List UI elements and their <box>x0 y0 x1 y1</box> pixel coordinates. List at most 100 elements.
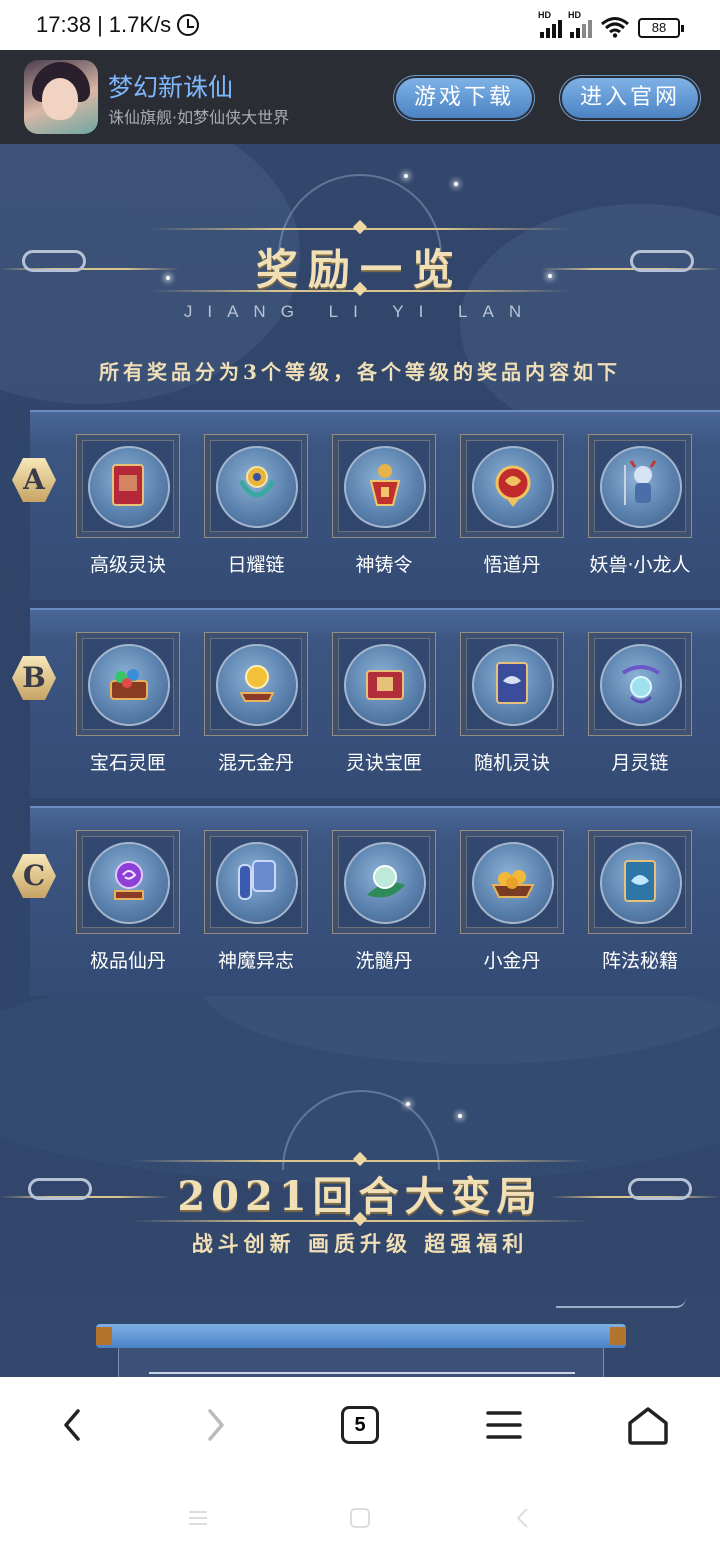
reward-item[interactable]: 神魔异志 <box>204 830 308 973</box>
section2-title: 2021回合大变局 <box>177 1173 543 1220</box>
star-decoration <box>406 1102 410 1106</box>
reward-label: 混元金丹 <box>217 752 294 774</box>
network-speed: 1.7K/s <box>108 12 172 37</box>
reward-item[interactable]: 阵法秘籍 <box>588 830 692 973</box>
forward-icon <box>208 1409 224 1441</box>
game-header: 梦幻新诛仙 诛仙旗舰·如梦仙侠大世界 游戏下载 进入官网 <box>0 50 720 144</box>
scroll-end <box>610 1327 626 1345</box>
red-book-icon <box>112 464 144 506</box>
alarm-icon <box>177 14 200 36</box>
status-right: HD HD 88 <box>538 10 684 38</box>
sun-chain-icon <box>238 466 276 498</box>
chevron-left-icon <box>516 1508 528 1528</box>
reward-item[interactable]: 妖兽·小龙人 <box>588 434 692 577</box>
scroll-end <box>96 1327 112 1345</box>
rewards-page: 奖励一览 JIANG LI YI LAN 所有奖品分为3个等级，各个等级的奖品内… <box>0 144 720 1377</box>
home-icon <box>628 1407 668 1445</box>
reward-item[interactable]: 小金丹 <box>460 830 564 973</box>
menu-button[interactable] <box>480 1401 528 1449</box>
battery-icon: 88 <box>638 18 684 38</box>
status-bar: 17:38 | 1.7K/s HD HD 88 <box>0 0 720 50</box>
golden-orb-icon <box>239 665 275 702</box>
red-box-icon <box>366 670 404 700</box>
wifi-icon <box>600 16 630 38</box>
separator: | <box>97 12 103 37</box>
star-decoration <box>454 182 458 186</box>
app-name[interactable]: 梦幻新诛仙 <box>108 68 233 104</box>
back-button[interactable] <box>48 1401 96 1449</box>
gem-chest-icon <box>110 669 148 700</box>
tier-a: A 高级灵诀 日耀链 神铸令 悟道丹 妖兽·小龙人 <box>0 410 720 600</box>
reward-item[interactable]: 高级灵诀 <box>76 434 180 577</box>
star-decoration <box>458 1114 462 1118</box>
home-button[interactable] <box>624 1401 672 1449</box>
moon-chain-icon <box>621 665 661 704</box>
tabs-button[interactable]: 5 <box>336 1401 384 1449</box>
dragon-figure-icon <box>624 460 657 505</box>
purple-orb-icon <box>114 861 144 900</box>
reward-item[interactable]: 月灵链 <box>588 632 692 775</box>
system-nav-bar <box>0 1473 720 1560</box>
scroll-icon <box>238 860 276 900</box>
home-nav-button[interactable] <box>349 1507 371 1529</box>
reward-label: 神铸令 <box>355 554 413 576</box>
download-button[interactable]: 游戏下载 <box>396 78 532 118</box>
reward-label: 宝石灵匣 <box>89 752 166 774</box>
reward-item[interactable]: 神铸令 <box>332 434 436 577</box>
browser-toolbar: 5 <box>0 1377 720 1473</box>
section2-subtitle: 战斗创新 画质升级 超强福利 <box>191 1231 529 1256</box>
token-icon <box>369 464 401 506</box>
reward-label: 悟道丹 <box>483 554 541 576</box>
recents-icon <box>189 1511 207 1525</box>
reward-label: 洗髓丹 <box>355 950 413 972</box>
rewards-description: 所有奖品分为3个等级，各个等级的奖品内容如下 <box>99 360 621 384</box>
reward-item[interactable]: 洗髓丹 <box>332 830 436 973</box>
gold-pills-icon <box>491 870 535 898</box>
tier-c: C 极品仙丹 神魔异志 洗髓丹 小金丹 阵法秘籍 <box>0 806 720 996</box>
reward-label: 灵诀宝匣 <box>345 752 422 774</box>
star-decoration <box>404 174 408 178</box>
reward-label: 随机灵诀 <box>473 752 550 774</box>
reward-item[interactable]: 混元金丹 <box>204 632 308 775</box>
reward-item[interactable]: 灵诀宝匣 <box>332 632 436 775</box>
rewards-pinyin: JIANG LI YI LAN <box>183 302 537 321</box>
reward-label: 阵法秘籍 <box>601 950 678 972</box>
reward-label: 月灵链 <box>611 752 669 774</box>
tier-b: B 宝石灵匣 混元金丹 灵诀宝匣 随机灵诀 月灵链 <box>0 608 720 798</box>
status-left: 17:38 | 1.7K/s <box>36 12 200 38</box>
jade-pill-icon <box>367 865 405 898</box>
red-pill-icon <box>495 465 531 507</box>
scroll-paper <box>118 1348 604 1377</box>
back-icon <box>64 1409 80 1441</box>
cloud-swirl-icon <box>556 1290 686 1308</box>
signal-icon: HD <box>538 10 562 38</box>
signal-icon-2: HD <box>568 10 592 38</box>
reward-label: 妖兽·小龙人 <box>589 554 691 576</box>
reward-label: 高级灵诀 <box>89 554 166 576</box>
hd-label: HD <box>538 10 551 20</box>
app-logo[interactable] <box>24 60 98 134</box>
rewards-title: 奖励一览 <box>255 245 464 294</box>
official-site-button[interactable]: 进入官网 <box>562 78 698 118</box>
reward-item[interactable]: 极品仙丹 <box>76 830 180 973</box>
back-nav-button[interactable] <box>512 1507 534 1529</box>
reward-item[interactable]: 宝石灵匣 <box>76 632 180 775</box>
app-subtitle: 诛仙旗舰·如梦仙侠大世界 <box>108 108 290 127</box>
teal-book-icon <box>624 860 656 902</box>
clock: 17:38 <box>36 12 92 37</box>
reward-item[interactable]: 随机灵诀 <box>460 632 564 775</box>
reward-label: 极品仙丹 <box>89 950 166 972</box>
reward-item[interactable]: 悟道丹 <box>460 434 564 577</box>
tab-count: 5 <box>341 1406 379 1444</box>
reward-label: 日耀链 <box>227 554 285 576</box>
scroll-rod <box>96 1324 626 1348</box>
recents-button[interactable] <box>187 1507 209 1529</box>
forward-button[interactable] <box>192 1401 240 1449</box>
reward-label: 小金丹 <box>483 950 541 972</box>
square-icon <box>350 1508 370 1528</box>
hd-label-2: HD <box>568 10 581 20</box>
menu-icon <box>486 1411 522 1439</box>
reward-item[interactable]: 日耀链 <box>204 434 308 577</box>
blue-book-icon <box>496 662 528 704</box>
reward-label: 神魔异志 <box>217 950 294 972</box>
